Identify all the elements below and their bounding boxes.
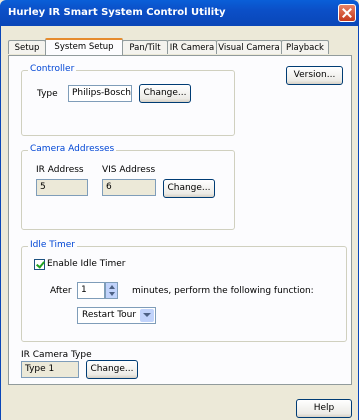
title-bar[interactable]: Hurley IR Smart System Control Utility — [0, 0, 359, 26]
enable-idle-timer-checkbox[interactable] — [34, 259, 45, 270]
tab-ir-camera[interactable]: IR Camera — [167, 40, 217, 54]
after-minutes-field[interactable]: 1 — [77, 282, 105, 299]
help-button[interactable]: Help — [296, 399, 352, 418]
after-minutes-stepper[interactable] — [105, 282, 118, 299]
vis-address-label: VIS Address — [102, 165, 156, 175]
version-button[interactable]: Version... — [286, 66, 343, 85]
idle-timer-title: Idle Timer — [28, 240, 77, 250]
chevron-down-icon[interactable] — [140, 309, 154, 322]
enable-idle-timer-label[interactable]: Enable Idle Timer — [47, 259, 126, 269]
controller-type-field[interactable]: Philips-Bosch — [68, 85, 132, 102]
tab-visual-camera[interactable]: Visual Camera — [216, 40, 282, 54]
vis-address-field[interactable]: 6 — [102, 179, 156, 196]
camera-addresses-title: Camera Addresses — [28, 144, 117, 154]
tab-system-setup[interactable]: System Setup — [45, 38, 123, 55]
ir-camera-type-change-button[interactable]: Change... — [86, 360, 138, 379]
controller-group-title: Controller — [28, 64, 77, 74]
idle-function-value: Restart Tour — [82, 310, 137, 320]
ir-camera-type-label: IR Camera Type — [21, 350, 92, 360]
ir-address-field[interactable]: 5 — [36, 179, 88, 196]
tab-pan-tilt[interactable]: Pan/Tilt — [122, 40, 168, 54]
after-label: After — [50, 286, 72, 296]
tab-playback[interactable]: Playback — [281, 40, 329, 54]
spin-up-icon[interactable] — [109, 285, 115, 289]
address-change-button[interactable]: Change... — [163, 179, 215, 198]
window-body: Setup System Setup Pan/Tilt IR Camera Vi… — [0, 26, 359, 420]
minutes-function-label: minutes, perform the following function: — [132, 286, 314, 296]
spin-down-icon[interactable] — [109, 292, 115, 296]
idle-function-select[interactable]: Restart Tour — [77, 307, 156, 324]
idle-timer-group: Idle Timer Enable Idle Timer After 1 min… — [21, 240, 347, 342]
close-icon[interactable] — [338, 4, 356, 22]
controller-type-label: Type — [37, 89, 58, 99]
tab-setup[interactable]: Setup — [8, 40, 46, 54]
window-title: Hurley IR Smart System Control Utility — [8, 7, 226, 18]
controller-change-button[interactable]: Change... — [139, 84, 191, 103]
ir-address-label: IR Address — [36, 165, 84, 175]
camera-addresses-group: Camera Addresses IR Address VIS Address … — [21, 144, 235, 230]
system-setup-panel: Version... Controller Type Philips-Bosch… — [8, 55, 352, 385]
controller-group: Controller Type Philips-Bosch Change... — [21, 64, 235, 136]
ir-camera-type-field[interactable]: Type 1 — [21, 361, 79, 378]
